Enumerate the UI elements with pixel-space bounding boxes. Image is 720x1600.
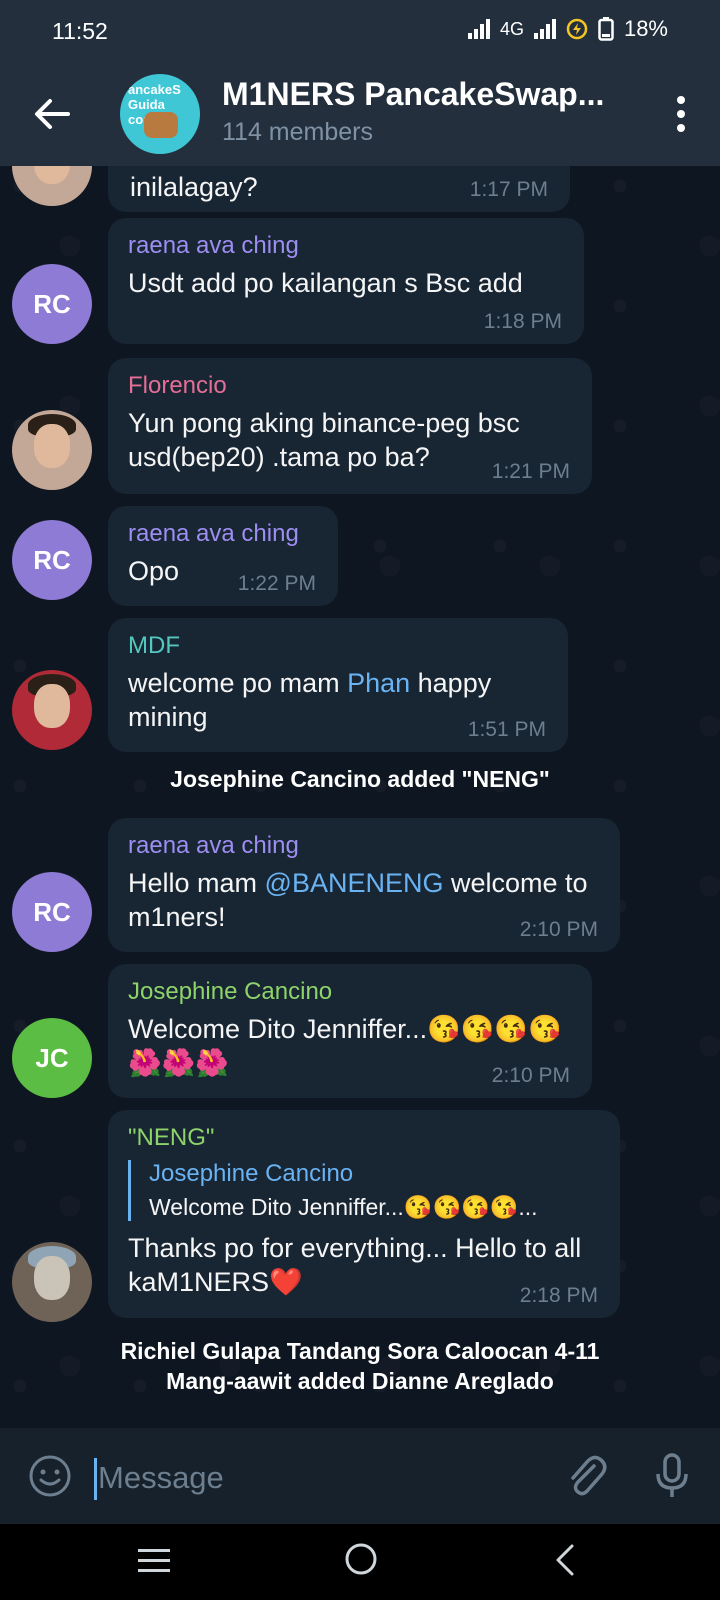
message-bubble[interactable]: raena ava ching Usdt add po kailangan s …	[108, 218, 584, 344]
avatar-florencio[interactable]	[12, 410, 92, 490]
chat-area[interactable]: inilalagay? 1:17 PM RC raena ava ching U…	[0, 166, 720, 1428]
avatar-jc[interactable]: JC	[12, 1018, 92, 1098]
battery-saver-icon	[566, 18, 588, 40]
back-arrow-icon[interactable]	[28, 90, 76, 138]
message-time: 1:22 PM	[237, 572, 316, 595]
sender-name[interactable]: Florencio	[128, 372, 572, 400]
battery-icon	[598, 17, 614, 41]
avatar-rc[interactable]: RC	[12, 872, 92, 952]
status-icons: 4G 18%	[467, 16, 668, 42]
message-bubble[interactable]: inilalagay? 1:17 PM	[108, 166, 570, 212]
network-type: 4G	[499, 18, 524, 39]
signal-icon	[467, 19, 490, 39]
sender-name[interactable]: MDF	[128, 632, 548, 660]
chat-header[interactable]: ancakeS Guida comple M1NERS PancakeSwap.…	[0, 62, 720, 166]
sender-name[interactable]: raena ava ching	[128, 520, 318, 548]
nav-home-icon[interactable]	[344, 1542, 378, 1576]
message-text: Usdt add po kailangan s Bsc add	[128, 268, 523, 298]
member-count: 114 members	[222, 118, 373, 146]
group-avatar[interactable]: ancakeS Guida comple	[120, 74, 200, 154]
more-vert-icon[interactable]	[674, 94, 688, 134]
nav-menu-icon[interactable]	[136, 1544, 172, 1578]
message-bubble[interactable]: Josephine Cancino Welcome Dito Jenniffer…	[108, 964, 592, 1098]
status-time: 11:52	[52, 18, 108, 44]
sender-name[interactable]: Josephine Cancino	[128, 978, 572, 1006]
avatar-rc[interactable]: RC	[12, 520, 92, 600]
chat-title[interactable]: M1NERS PancakeSwap...	[222, 76, 604, 113]
status-bar: 11:52 4G 18%	[0, 0, 720, 62]
nav-back-icon[interactable]	[552, 1542, 578, 1578]
text-cursor	[94, 1458, 97, 1500]
reply-sender: Josephine Cancino	[149, 1160, 354, 1187]
message-bubble[interactable]: raena ava ching Hello mam @BANENENG welc…	[108, 818, 620, 952]
avatar-neng[interactable]	[12, 1242, 92, 1322]
sender-name[interactable]: "NENG"	[128, 1124, 600, 1152]
message-time: 1:21 PM	[491, 460, 570, 483]
message-time: 1:18 PM	[483, 310, 562, 333]
battery-percent: 18%	[623, 16, 668, 41]
message-input[interactable]: Message	[98, 1460, 224, 1496]
avatar-rc[interactable]: RC	[12, 264, 92, 344]
avatar-mdf[interactable]	[12, 670, 92, 750]
message-text-part: Hello mam	[128, 868, 265, 898]
reply-preview[interactable]: Josephine Cancino Welcome Dito Jenniffer…	[128, 1160, 600, 1221]
message-time: 2:10 PM	[519, 918, 598, 941]
message-text-part: welcome po mam	[128, 668, 348, 698]
message-time: 1:51 PM	[467, 718, 546, 741]
system-nav-bar	[0, 1524, 720, 1600]
pancake-icon	[144, 112, 178, 138]
service-message: Josephine Cancino added "NENG"	[170, 766, 550, 792]
service-message-line: Mang-aawit added Dianne Areglado	[166, 1368, 554, 1394]
mic-icon[interactable]	[652, 1452, 692, 1500]
avatar-florencio[interactable]	[12, 166, 92, 206]
reply-text: Welcome Dito Jenniffer...😘😘😘😘...	[149, 1194, 538, 1220]
message-composer: Message	[0, 1428, 720, 1524]
sender-name[interactable]: raena ava ching	[128, 832, 600, 860]
service-message-line: Richiel Gulapa Tandang Sora Caloocan 4-1…	[120, 1338, 600, 1364]
message-bubble[interactable]: "NENG" Josephine Cancino Welcome Dito Je…	[108, 1110, 620, 1318]
attach-icon[interactable]	[564, 1452, 608, 1500]
mention-link[interactable]: @BANENENG	[265, 868, 444, 898]
message-time: 2:10 PM	[491, 1064, 570, 1087]
message-time: 2:18 PM	[519, 1284, 598, 1307]
message-bubble[interactable]: raena ava ching Opo 1:22 PM	[108, 506, 338, 606]
message-time: 1:17 PM	[469, 178, 548, 201]
message-bubble[interactable]: MDF welcome po mam Phan happy mining 1:5…	[108, 618, 568, 752]
emoji-icon[interactable]	[28, 1454, 72, 1498]
mention-link[interactable]: Phan	[347, 668, 410, 698]
service-message: Richiel Gulapa Tandang Sora Caloocan 4-1…	[0, 1336, 720, 1396]
message-bubble[interactable]: Florencio Yun pong aking binance-peg bsc…	[108, 358, 592, 494]
signal-icon	[533, 19, 556, 39]
message-text: inilalagay?	[130, 172, 258, 202]
sender-name[interactable]: raena ava ching	[128, 232, 564, 260]
